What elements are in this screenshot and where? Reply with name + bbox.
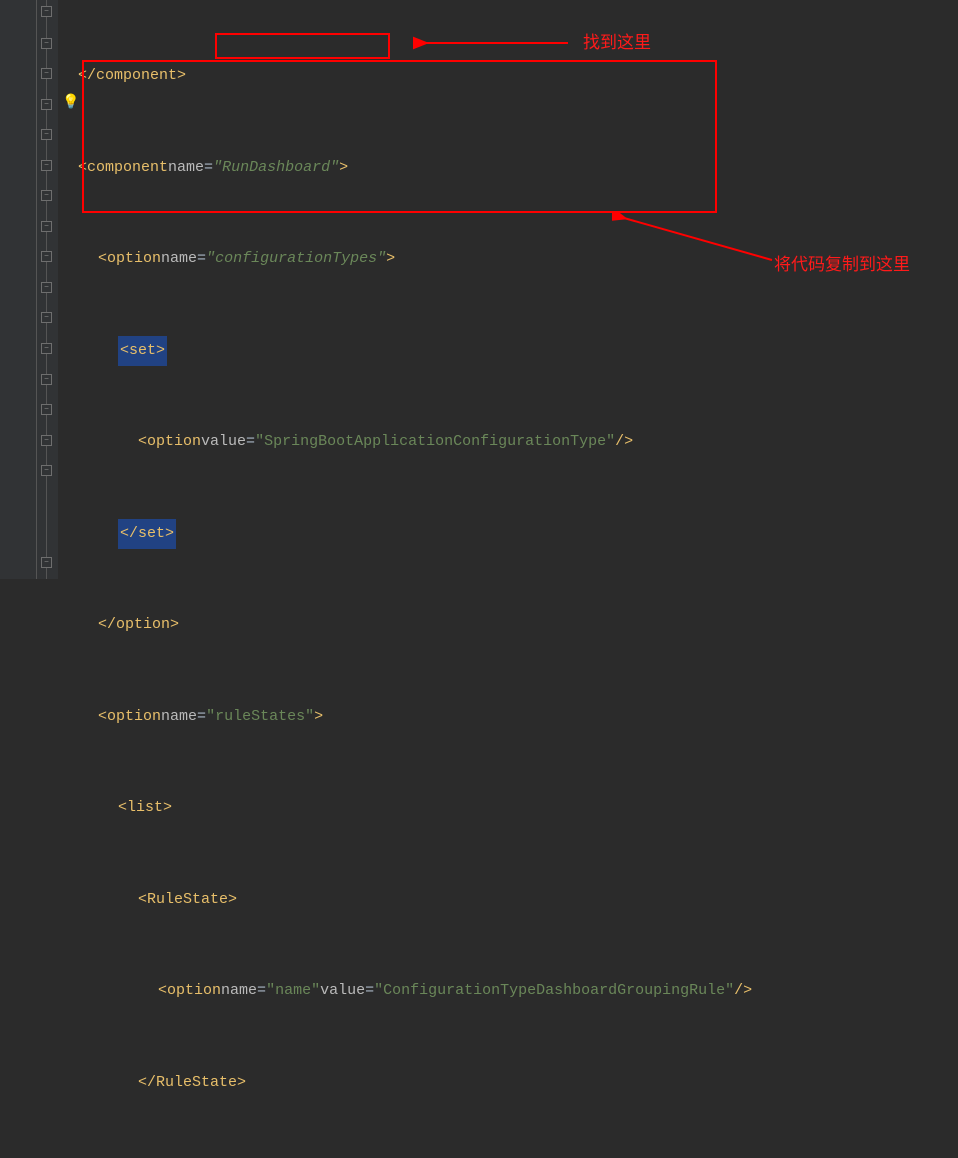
fold-marker[interactable]: − (41, 282, 52, 293)
fold-marker[interactable]: − (41, 404, 52, 415)
fold-marker[interactable]: − (41, 99, 52, 110)
fold-marker[interactable]: − (41, 221, 52, 232)
code-line: <option name="ruleStates"> (78, 702, 958, 733)
code-line: <option name="name" value="Configuration… (78, 976, 958, 1007)
code-line: </option> (78, 610, 958, 641)
code-line: <option value="SpringBootApplicationConf… (78, 427, 958, 458)
fold-marker[interactable]: − (41, 557, 52, 568)
fold-marker[interactable]: − (41, 374, 52, 385)
fold-marker[interactable]: − (41, 251, 52, 262)
code-line: </set> (78, 519, 958, 550)
code-line: <RuleState> (78, 885, 958, 916)
gutter: − − − − − − − − − − − − − − − − − 💡 (0, 0, 58, 579)
code-line: </RuleState> (78, 1068, 958, 1099)
fold-marker[interactable]: − (41, 38, 52, 49)
code-line: </component> (78, 61, 958, 92)
fold-marker[interactable]: − (41, 6, 52, 17)
fold-marker[interactable]: − (41, 129, 52, 140)
fold-marker[interactable]: − (41, 435, 52, 446)
code-area[interactable]: </component> <component name="RunDashboa… (58, 0, 958, 579)
editor-pane: − − − − − − − − − − − − − − − − − 💡 </co… (0, 0, 958, 579)
code-line: <set> (78, 336, 958, 367)
fold-marker[interactable]: − (41, 343, 52, 354)
fold-marker[interactable]: − (41, 312, 52, 323)
fold-marker[interactable]: − (41, 68, 52, 79)
fold-marker[interactable]: − (41, 465, 52, 476)
fold-marker[interactable]: − (41, 190, 52, 201)
code-line: <list> (78, 793, 958, 824)
code-line: <component name="RunDashboard"> (78, 153, 958, 184)
fold-marker[interactable]: − (41, 160, 52, 171)
code-line: <option name="configurationTypes"> (78, 244, 958, 275)
